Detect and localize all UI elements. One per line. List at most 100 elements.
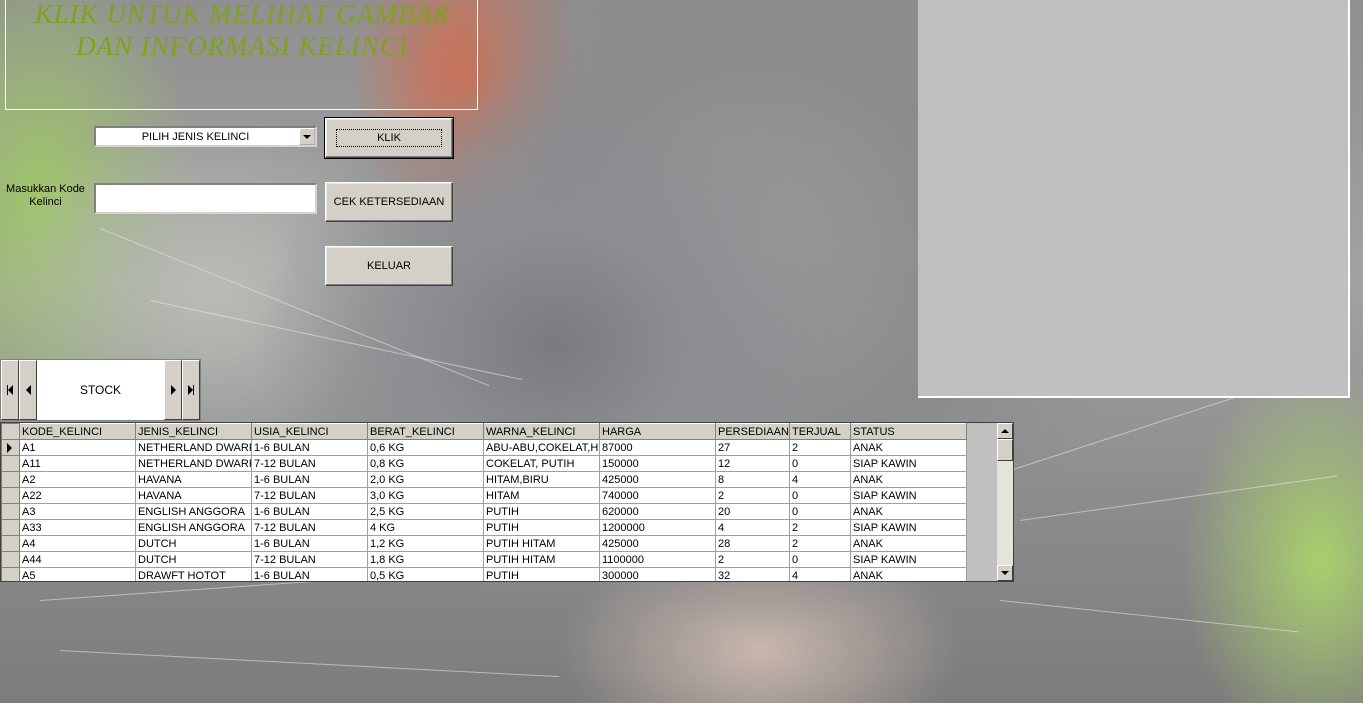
table-cell[interactable]: SIAP KAWIN bbox=[850, 551, 967, 568]
table-row[interactable]: A2 HAVANA 1-6 BULAN 2,0 KG HITAM,BIRU 425000 8… bbox=[1, 471, 967, 488]
table-cell[interactable]: 0 bbox=[789, 503, 851, 520]
table-cell[interactable]: 4 bbox=[789, 567, 851, 581]
table-cell[interactable]: 2 bbox=[715, 487, 790, 504]
row-selector[interactable] bbox=[1, 567, 20, 581]
grid-vertical-scrollbar[interactable] bbox=[996, 423, 1013, 581]
table-cell[interactable]: 87000 bbox=[599, 439, 716, 456]
row-selector[interactable] bbox=[1, 471, 20, 488]
table-row[interactable]: A3 ENGLISH ANGGORA 1-6 BULAN 2,5 KG PUTIH 620… bbox=[1, 503, 967, 520]
table-cell[interactable]: 27 bbox=[715, 439, 790, 456]
table-cell[interactable]: 1,8 KG bbox=[367, 551, 484, 568]
table-cell[interactable]: PUTIH HITAM bbox=[483, 535, 600, 552]
kode-kelinci-input[interactable] bbox=[94, 183, 317, 214]
scroll-down-icon[interactable] bbox=[997, 565, 1013, 581]
table-cell[interactable]: NETHERLAND DWARF bbox=[135, 455, 252, 472]
table-cell[interactable]: 1-6 BULAN bbox=[251, 471, 368, 488]
column-header[interactable]: KODE_KELINCI bbox=[19, 423, 136, 440]
row-selector[interactable] bbox=[1, 551, 20, 568]
table-cell[interactable]: NETHERLAND DWARF bbox=[135, 439, 252, 456]
table-cell[interactable]: 620000 bbox=[599, 503, 716, 520]
table-cell[interactable]: 4 KG bbox=[367, 519, 484, 536]
table-cell[interactable]: HAVANA bbox=[135, 487, 252, 504]
table-cell[interactable]: 12 bbox=[715, 455, 790, 472]
table-cell[interactable]: 1100000 bbox=[599, 551, 716, 568]
table-cell[interactable]: A22 bbox=[19, 487, 136, 504]
table-cell[interactable]: ABU-ABU,COKELAT,HITAM bbox=[483, 439, 600, 456]
row-selector[interactable] bbox=[1, 439, 20, 456]
table-cell[interactable]: DRAWFT HOTOT bbox=[135, 567, 252, 581]
table-cell[interactable]: 20 bbox=[715, 503, 790, 520]
table-cell[interactable]: 2 bbox=[715, 551, 790, 568]
table-row[interactable]: A44 DUTCH 7-12 BULAN 1,8 KG PUTIH HITAM 11000… bbox=[1, 551, 967, 568]
table-cell[interactable]: 0 bbox=[789, 551, 851, 568]
table-cell[interactable]: 1-6 BULAN bbox=[251, 535, 368, 552]
table-cell[interactable]: 1200000 bbox=[599, 519, 716, 536]
row-selector[interactable] bbox=[1, 503, 20, 520]
row-selector[interactable] bbox=[1, 519, 20, 536]
column-header[interactable]: USIA_KELINCI bbox=[251, 423, 368, 440]
klik-button[interactable]: KLIK bbox=[324, 117, 454, 159]
table-cell[interactable]: 3,0 KG bbox=[367, 487, 484, 504]
table-row[interactable]: A22 HAVANA 7-12 BULAN 3,0 KG HITAM 740000 2 0 SI… bbox=[1, 487, 967, 504]
table-cell[interactable]: ENGLISH ANGGORA bbox=[135, 503, 252, 520]
last-record-icon[interactable] bbox=[182, 360, 200, 420]
table-cell[interactable]: ANAK bbox=[850, 567, 967, 581]
table-cell[interactable]: SIAP KAWIN bbox=[850, 455, 967, 472]
table-row[interactable]: A11 NETHERLAND DWARF 7-12 BULAN 0,8 KG COKEL… bbox=[1, 455, 967, 472]
table-cell[interactable]: 7-12 BULAN bbox=[251, 455, 368, 472]
next-record-icon[interactable] bbox=[164, 360, 182, 420]
table-cell[interactable]: 0 bbox=[789, 487, 851, 504]
table-cell[interactable]: A44 bbox=[19, 551, 136, 568]
scroll-up-icon[interactable] bbox=[997, 423, 1013, 439]
table-cell[interactable]: 2 bbox=[789, 535, 851, 552]
column-header[interactable]: PERSEDIAAN bbox=[715, 423, 790, 440]
table-cell[interactable]: PUTIH bbox=[483, 503, 600, 520]
table-cell[interactable]: 740000 bbox=[599, 487, 716, 504]
table-cell[interactable]: 28 bbox=[715, 535, 790, 552]
table-cell[interactable]: ENGLISH ANGGORA bbox=[135, 519, 252, 536]
table-cell[interactable]: COKELAT, PUTIH bbox=[483, 455, 600, 472]
table-cell[interactable]: ANAK bbox=[850, 503, 967, 520]
column-header[interactable]: STATUS bbox=[850, 423, 967, 440]
table-cell[interactable]: 425000 bbox=[599, 535, 716, 552]
chevron-down-icon[interactable] bbox=[299, 128, 315, 145]
table-cell[interactable]: PUTIH bbox=[483, 519, 600, 536]
table-cell[interactable]: ANAK bbox=[850, 471, 967, 488]
table-cell[interactable]: A4 bbox=[19, 535, 136, 552]
table-cell[interactable]: A11 bbox=[19, 455, 136, 472]
table-cell[interactable]: A33 bbox=[19, 519, 136, 536]
column-header[interactable]: WARNA_KELINCI bbox=[483, 423, 600, 440]
table-cell[interactable]: SIAP KAWIN bbox=[850, 519, 967, 536]
cek-ketersediaan-button[interactable]: CEK KETERSEDIAAN bbox=[325, 182, 453, 222]
table-cell[interactable]: 2,5 KG bbox=[367, 503, 484, 520]
table-cell[interactable]: SIAP KAWIN bbox=[850, 487, 967, 504]
table-cell[interactable]: 0 bbox=[789, 455, 851, 472]
keluar-button[interactable]: KELUAR bbox=[325, 246, 453, 286]
prev-record-icon[interactable] bbox=[19, 360, 37, 420]
first-record-icon[interactable] bbox=[1, 360, 19, 420]
column-header[interactable]: JENIS_KELINCI bbox=[135, 423, 252, 440]
table-cell[interactable]: A3 bbox=[19, 503, 136, 520]
table-cell[interactable]: DUTCH bbox=[135, 535, 252, 552]
row-selector[interactable] bbox=[1, 535, 20, 552]
table-cell[interactable]: 150000 bbox=[599, 455, 716, 472]
table-cell[interactable]: 4 bbox=[715, 519, 790, 536]
table-cell[interactable]: ANAK bbox=[850, 439, 967, 456]
table-cell[interactable]: 1,2 KG bbox=[367, 535, 484, 552]
table-cell[interactable]: A1 bbox=[19, 439, 136, 456]
table-cell[interactable]: PUTIH bbox=[483, 567, 600, 581]
table-cell[interactable]: 0,8 KG bbox=[367, 455, 484, 472]
table-cell[interactable]: 1-6 BULAN bbox=[251, 439, 368, 456]
table-cell[interactable]: 425000 bbox=[599, 471, 716, 488]
table-cell[interactable]: HITAM bbox=[483, 487, 600, 504]
table-row[interactable]: A1 NETHERLAND DWARF 1-6 BULAN 0,6 KG ABU-ABU… bbox=[1, 439, 967, 456]
table-cell[interactable]: HAVANA bbox=[135, 471, 252, 488]
stock-data-grid[interactable]: KODE_KELINCI JENIS_KELINCI USIA_KELINCI BER… bbox=[0, 422, 1014, 582]
table-cell[interactable]: 0,5 KG bbox=[367, 567, 484, 581]
table-cell[interactable]: 32 bbox=[715, 567, 790, 581]
table-cell[interactable]: ANAK bbox=[850, 535, 967, 552]
table-cell[interactable]: HITAM,BIRU bbox=[483, 471, 600, 488]
table-cell[interactable]: 1-6 BULAN bbox=[251, 503, 368, 520]
table-cell[interactable]: 2 bbox=[789, 439, 851, 456]
table-row[interactable]: A4 DUTCH 1-6 BULAN 1,2 KG PUTIH HITAM 425000 2… bbox=[1, 535, 967, 552]
